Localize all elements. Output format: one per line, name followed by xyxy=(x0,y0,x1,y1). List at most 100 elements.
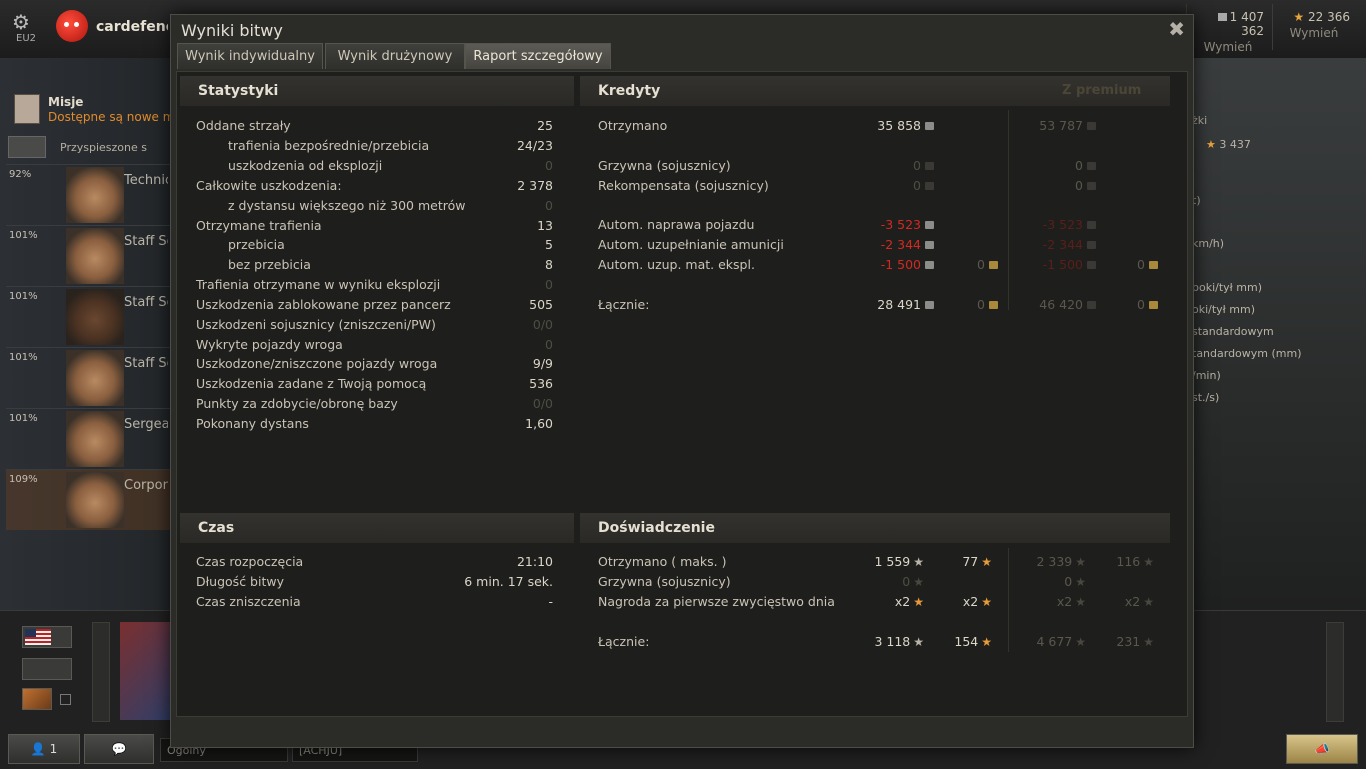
tab-detailed-report[interactable]: Raport szczegółowy xyxy=(465,43,611,69)
credit-coin-icon xyxy=(925,261,934,269)
battle-results-window: Wyniki bitwy ✖ Wynik indywidualny Wynik … xyxy=(170,14,1194,748)
param-text: /min) xyxy=(1192,369,1221,382)
stats-header: Statystyki xyxy=(180,76,574,106)
row-label: Autom. uzup. mat. ekspl. xyxy=(598,257,755,272)
gold-exchange-link[interactable]: Wymień xyxy=(1278,26,1350,40)
credits-table: Otrzymano 35 858 53 787 Grzywna (sojuszn… xyxy=(598,116,1158,316)
row-label: Grzywna (sojusznicy) xyxy=(598,158,731,173)
param-gold-value: ★ 3 437 xyxy=(1206,138,1251,151)
credit-coin-icon xyxy=(925,241,934,249)
close-icon[interactable]: ✖ xyxy=(1168,17,1185,41)
free-exp-star-icon: ★ xyxy=(1143,555,1154,569)
stat-label: trafienia bezpośrednie/przebicia xyxy=(228,138,430,153)
crew-member[interactable]: 101% Staff Sergeant xyxy=(6,347,170,408)
stat-row: Wykryte pojazdy wroga 0 xyxy=(196,335,556,354)
credits-premium-value: -3 523 xyxy=(976,215,1096,234)
time-row: Czas zniszczenia - xyxy=(196,592,556,611)
stat-label: Uszkodzone/zniszczone pojazdy wroga xyxy=(196,356,438,371)
credit-coin-icon xyxy=(1087,261,1096,269)
exp-row-fine: Grzywna (sojusznicy) 0 ★ 0 ★ xyxy=(598,572,1158,591)
gold-display[interactable]: ★ 22 366 Wymień xyxy=(1278,10,1350,40)
credit-coin-icon xyxy=(925,221,934,229)
stat-value: 24/23 xyxy=(516,138,553,153)
stat-label: przebicia xyxy=(228,237,285,252)
credit-coin-icon xyxy=(925,122,934,130)
row-label: Otrzymano xyxy=(598,118,668,133)
row-label: Nagroda za pierwsze zwycięstwo dnia xyxy=(598,594,835,609)
chat-button[interactable]: 💬 xyxy=(84,734,154,764)
credits-row-compensation: Rekompensata (sojusznicy) 0 0 xyxy=(598,176,1158,195)
stat-label: Punkty za zdobycie/obronę bazy xyxy=(196,396,398,411)
vehicle-card[interactable] xyxy=(120,622,176,720)
crew-member[interactable]: 101% Staff Sergeant xyxy=(6,286,170,347)
players-button[interactable]: 👤 1 xyxy=(8,734,80,764)
tab-team[interactable]: Wynik drużynowy xyxy=(325,43,465,69)
crew-role: Technical xyxy=(124,173,168,188)
premium-header: Z premium xyxy=(1062,83,1142,98)
time-list: Czas rozpoczęcia 21:10 Długość bitwy 6 min… xyxy=(196,552,556,614)
free-exp-star-icon: ★ xyxy=(1143,635,1154,649)
crew-member[interactable]: 101% Sergeant xyxy=(6,408,170,469)
time-row: Czas rozpoczęcia 21:10 xyxy=(196,552,556,571)
crew-member[interactable]: 109% Corporal xyxy=(6,469,170,530)
gold-star-icon: ★ xyxy=(1293,10,1305,24)
filter-toggle-icon[interactable] xyxy=(22,688,52,710)
premium-divider xyxy=(1008,548,1009,652)
player-avatar[interactable] xyxy=(56,10,88,42)
row-label: Grzywna (sojusznicy) xyxy=(598,574,731,589)
stat-value: 9/9 xyxy=(532,356,553,371)
crew-toggle-button[interactable] xyxy=(8,136,46,158)
stat-value: 13 xyxy=(537,218,553,233)
filter-checkbox[interactable] xyxy=(60,694,71,705)
exp-row-total: Łącznie: 3 118 ★ 154 ★ 4 677 ★ 231 ★ xyxy=(598,632,1158,651)
stat-label: Całkowite uszkodzenia: xyxy=(196,178,342,193)
tab-individual[interactable]: Wynik indywidualny xyxy=(177,43,323,69)
credit-coin-icon xyxy=(1087,221,1096,229)
gold-coin-icon xyxy=(1149,261,1158,269)
accelerated-training-label[interactable]: Przyspieszone s xyxy=(60,141,170,154)
row-label: Autom. naprawa pojazdu xyxy=(598,217,755,232)
experience-header: Doświadczenie xyxy=(580,513,1170,543)
crew-member[interactable]: 92% Technical xyxy=(6,164,170,225)
stat-row: Punkty za zdobycie/obronę bazy 0/0 xyxy=(196,394,556,413)
credits-row-repair: Autom. naprawa pojazdu -3 523 -3 523 xyxy=(598,215,1158,234)
credits-display[interactable]: 1 407 362 Wymień xyxy=(1192,10,1264,54)
notifications-button[interactable]: 📣 xyxy=(1286,734,1358,764)
exp-star-icon: ★ xyxy=(1075,635,1086,649)
settings-gear-icon[interactable]: ⚙ xyxy=(12,10,30,34)
credit-coin-icon xyxy=(925,162,934,170)
free-exp-premium-value: x2 ★ xyxy=(1124,594,1154,609)
stat-value: 505 xyxy=(529,297,553,312)
crew-role: Staff Sergeant xyxy=(124,356,168,371)
stat-label: Otrzymane trafienia xyxy=(196,218,322,233)
exp-star-icon: ★ xyxy=(1075,575,1086,589)
row-label: Długość bitwy xyxy=(196,574,284,589)
exp-premium-value: x2 ★ xyxy=(1056,594,1086,609)
exp-premium-value: 4 677 ★ xyxy=(1036,634,1086,649)
crew-portrait xyxy=(66,411,124,467)
exp-row-received: Otrzymano ( maks. ) 1 559 ★ 77 ★ 2 339 ★ 11… xyxy=(598,552,1158,571)
stat-value: 0 xyxy=(545,198,553,213)
param-text: standardowym xyxy=(1192,325,1274,338)
stat-label: uszkodzenia od eksplozji xyxy=(228,158,383,173)
credits-coin-icon xyxy=(1217,13,1227,21)
carousel-right-arrow[interactable] xyxy=(1326,622,1344,722)
row-label: Rekompensata (sojusznicy) xyxy=(598,178,769,193)
param-text: st./s) xyxy=(1192,391,1220,404)
row-label: Autom. uzupełnianie amunicji xyxy=(598,237,784,252)
carousel-left-arrow[interactable] xyxy=(92,622,110,722)
stat-label: Trafienia otrzymane w wyniku eksplozji xyxy=(196,277,441,292)
nation-filter[interactable] xyxy=(22,626,72,648)
stat-value: 0/0 xyxy=(532,396,553,411)
username[interactable]: cardefence[A xyxy=(96,19,168,35)
crew-member[interactable]: 101% Staff Sergeant xyxy=(6,225,170,286)
stat-row: Trafienia otrzymane w wyniku eksplozji 0 xyxy=(196,275,556,294)
type-filter[interactable] xyxy=(22,658,72,680)
stat-label: Uszkodzeni sojusznicy (zniszczeni/PW) xyxy=(196,317,436,332)
time-value: 21:10 xyxy=(516,554,553,569)
players-count: 1 xyxy=(49,742,58,756)
exp-star-icon: ★ xyxy=(1075,555,1086,569)
stat-value: 25 xyxy=(537,118,553,133)
credits-row-received: Otrzymano 35 858 53 787 xyxy=(598,116,1158,135)
credits-exchange-link[interactable]: Wymień xyxy=(1192,40,1264,54)
